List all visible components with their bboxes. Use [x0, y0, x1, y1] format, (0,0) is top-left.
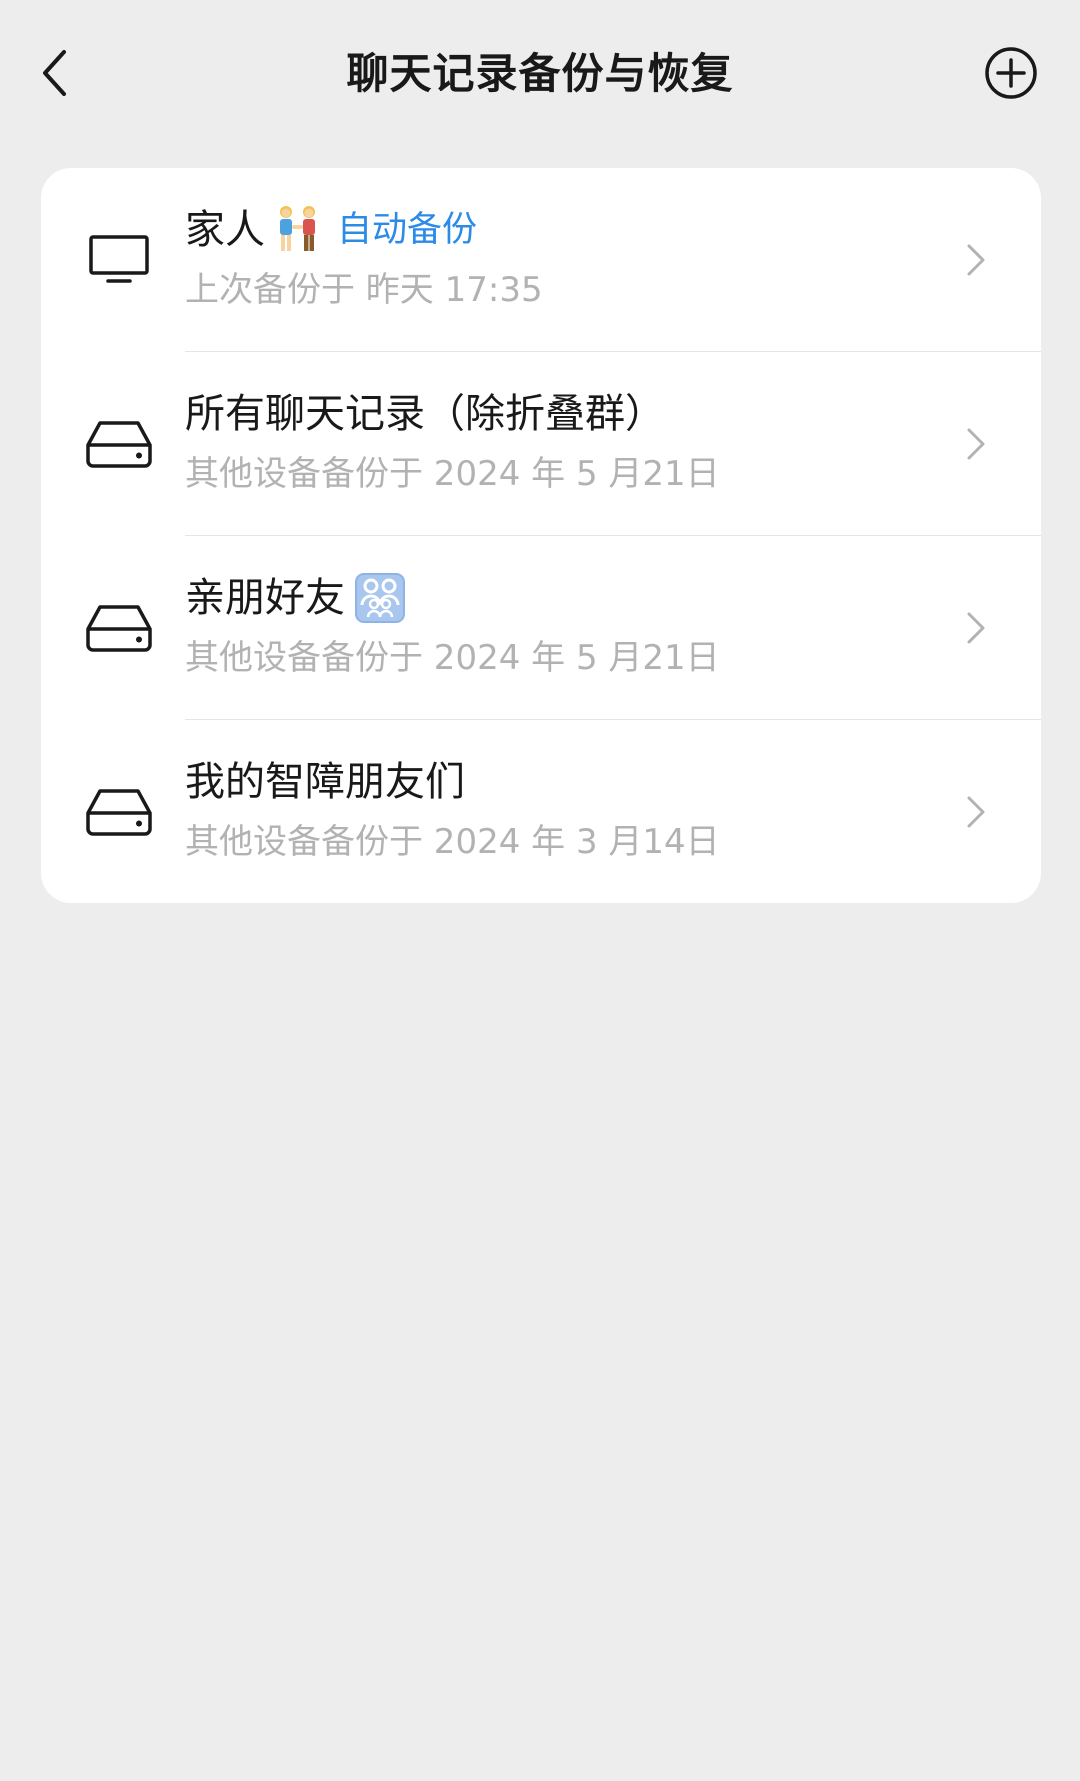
backup-title: 家人 — [185, 207, 265, 253]
backup-item-all-chats[interactable]: 所有聊天记录（除折叠群） 其他设备备份于 2024 年 5 月21日 — [41, 352, 1041, 535]
family-emoji — [353, 571, 407, 625]
monitor-icon — [89, 234, 149, 283]
backup-subtitle: 其他设备备份于 2024 年 3 月14日 — [185, 822, 720, 862]
backup-subtitle: 其他设备备份于 2024 年 5 月21日 — [185, 454, 720, 494]
hard-drive-icon — [86, 788, 152, 836]
backup-title: 我的智障朋友们 — [185, 759, 465, 805]
page-title: 聊天记录备份与恢复 — [346, 49, 734, 98]
backup-item-buddies[interactable]: 我的智障朋友们 其他设备备份于 2024 年 3 月14日 — [41, 720, 1041, 903]
backup-item-family[interactable]: 家人 自动备份 上次备份于 昨天 17:35 — [41, 168, 1041, 351]
hard-drive-icon — [86, 420, 152, 468]
backup-title: 所有聊天记录（除折叠群） — [185, 391, 665, 437]
chevron-right-icon — [967, 244, 985, 275]
backup-list: 家人 自动备份 上次备份于 昨天 17:35 所有聊天记录（除折叠群） 其他设备… — [41, 168, 1041, 903]
backup-title: 亲朋好友 — [185, 575, 345, 621]
couple-holding-hands-emoji — [273, 203, 323, 257]
chevron-right-icon — [967, 428, 985, 459]
add-backup-button[interactable] — [983, 45, 1039, 101]
navigation-bar: 聊天记录备份与恢复 — [0, 0, 1080, 150]
chevron-right-icon — [967, 796, 985, 827]
auto-backup-badge: 自动备份 — [337, 210, 478, 250]
hard-drive-icon — [86, 604, 152, 652]
backup-subtitle: 其他设备备份于 2024 年 5 月21日 — [185, 638, 720, 678]
chevron-right-icon — [967, 612, 985, 643]
backup-item-friends[interactable]: 亲朋好友 其他设备备份于 2024 年 5 月21日 — [41, 536, 1041, 719]
plus-circle-icon — [985, 47, 1037, 99]
backup-subtitle: 上次备份于 昨天 17:35 — [185, 270, 543, 310]
